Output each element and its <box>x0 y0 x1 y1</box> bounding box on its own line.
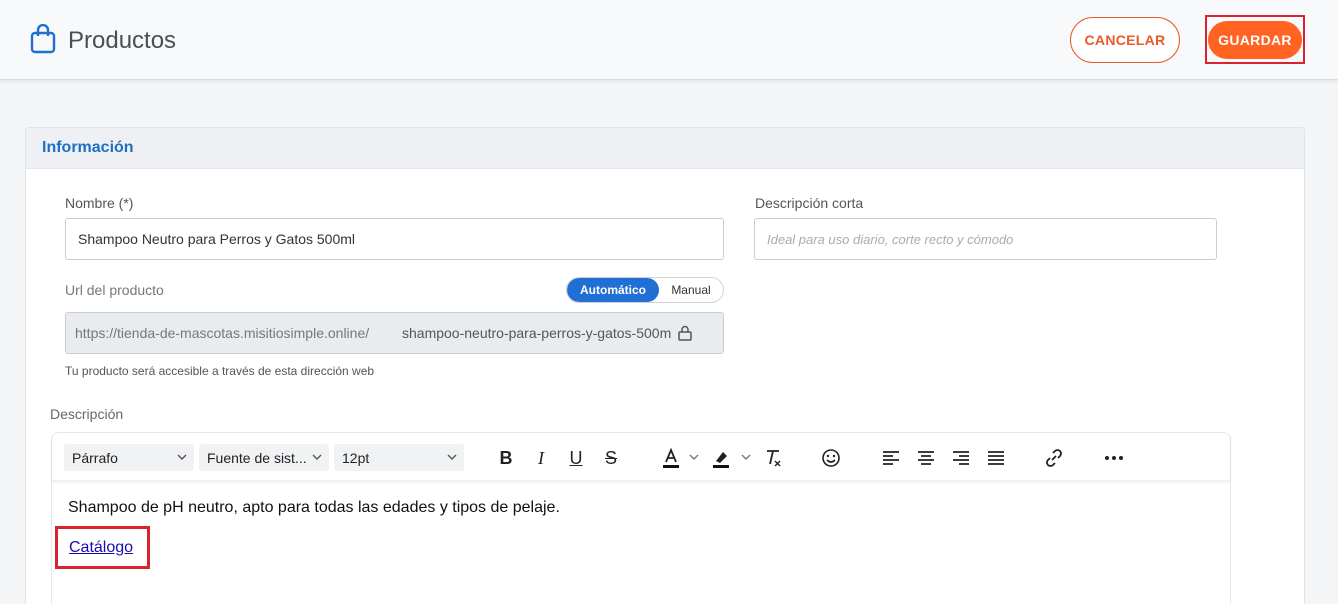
page-title: Productos <box>68 27 177 54</box>
clear-formatting-icon[interactable] <box>760 445 786 471</box>
font-size-value: 12pt <box>342 449 370 466</box>
font-family-value: Fuente de sist... <box>207 449 307 466</box>
italic-icon[interactable]: I <box>528 445 554 471</box>
url-help-text: Tu producto será accesible a través de e… <box>65 364 375 378</box>
chevron-down-icon <box>447 454 457 460</box>
font-family-select[interactable]: Fuente de sist... <box>199 444 329 471</box>
url-base: https://tienda-de-mascotas.misitiosimple… <box>75 325 370 341</box>
save-button-highlight: GUARDAR <box>1205 15 1305 64</box>
emoji-icon[interactable] <box>818 445 844 471</box>
catalog-link[interactable]: Catálogo <box>69 539 133 557</box>
link-icon[interactable] <box>1041 445 1067 471</box>
lock-icon[interactable] <box>678 325 692 341</box>
block-format-value: Párrafo <box>72 449 118 466</box>
description-label: Descripción <box>50 406 124 422</box>
url-mode-manual[interactable]: Manual <box>659 278 723 302</box>
url-field: https://tienda-de-mascotas.misitiosimple… <box>65 312 724 354</box>
name-input[interactable]: Shampoo Neutro para Perros y Gatos 500ml <box>65 218 724 260</box>
align-left-icon[interactable] <box>878 445 904 471</box>
link-highlight: Catálogo <box>55 526 150 569</box>
chevron-down-icon <box>177 454 187 460</box>
chevron-down-icon <box>312 454 322 460</box>
bold-icon[interactable]: B <box>493 445 519 471</box>
url-mode-automatic[interactable]: Automático <box>567 278 659 302</box>
section-title: Información <box>26 128 1304 169</box>
block-format-select[interactable]: Párrafo <box>64 444 194 471</box>
font-size-select[interactable]: 12pt <box>334 444 464 471</box>
underline-icon[interactable]: U <box>563 445 589 471</box>
save-button[interactable]: GUARDAR <box>1208 20 1302 59</box>
url-mode-toggle: Automático Manual <box>566 277 724 303</box>
cancel-button[interactable]: CANCELAR <box>1070 17 1180 63</box>
rich-text-editor: Párrafo Fuente de sist... 12pt B I U S S… <box>51 432 1231 604</box>
url-label: Url del producto <box>65 282 164 298</box>
more-options-icon[interactable] <box>1101 445 1127 471</box>
editor-body-text[interactable]: Shampoo de pH neutro, apto para todas la… <box>68 499 560 517</box>
align-center-icon[interactable] <box>913 445 939 471</box>
short-description-input[interactable]: Ideal para uso diario, corte recto y cóm… <box>754 218 1217 260</box>
highlight-color-icon[interactable] <box>708 445 734 471</box>
name-label: Nombre (*) <box>65 195 134 211</box>
chevron-down-icon[interactable] <box>740 451 752 463</box>
editor-toolbar: Párrafo Fuente de sist... 12pt B I U S <box>52 433 1230 481</box>
top-bar: Productos CANCELAR GUARDAR <box>0 0 1338 80</box>
align-right-icon[interactable] <box>948 445 974 471</box>
chevron-down-icon[interactable] <box>688 451 700 463</box>
text-color-icon[interactable] <box>658 445 684 471</box>
short-description-label: Descripción corta <box>755 195 864 211</box>
align-justify-icon[interactable] <box>983 445 1009 471</box>
url-slug: shampoo-neutro-para-perros-y-gatos-500m <box>402 325 672 341</box>
strikethrough-icon[interactable]: S <box>598 445 624 471</box>
shopping-bag-icon <box>30 24 56 54</box>
